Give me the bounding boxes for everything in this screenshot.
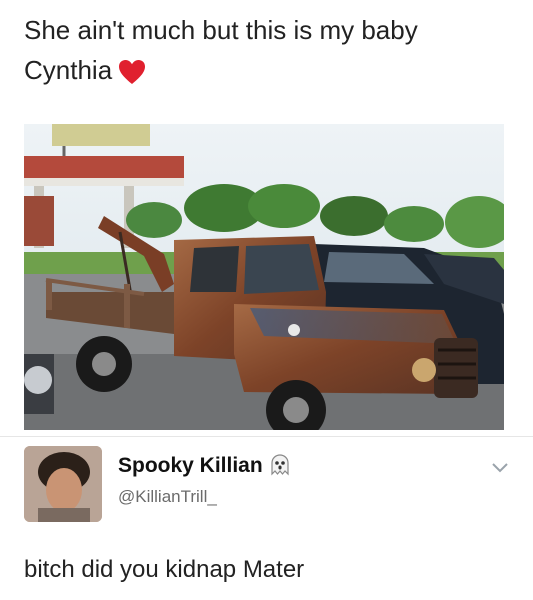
tow-truck-photo (24, 124, 504, 430)
ghost-icon (269, 454, 291, 481)
avatar[interactable] (24, 446, 102, 522)
user-handle[interactable]: @KillianTrill_ (118, 487, 291, 507)
heart-icon (118, 56, 146, 96)
tweet-text: bitch did you kidnap Mater (24, 556, 305, 583)
author-block: Spooky Killian @KillianTrill_ (118, 454, 291, 507)
caption-name: Cynthia (24, 55, 113, 85)
chevron-down-icon[interactable] (492, 460, 508, 478)
post-caption: She ain't much but this is my baby Cynth… (24, 10, 514, 96)
caption-line-2: Cynthia (24, 50, 514, 96)
reply-tweet[interactable]: Spooky Killian @KillianTrill_ (24, 446, 514, 526)
caption-line-1: She ain't much but this is my baby (24, 15, 418, 45)
display-name[interactable]: Spooky Killian (118, 454, 263, 477)
divider (0, 436, 533, 437)
